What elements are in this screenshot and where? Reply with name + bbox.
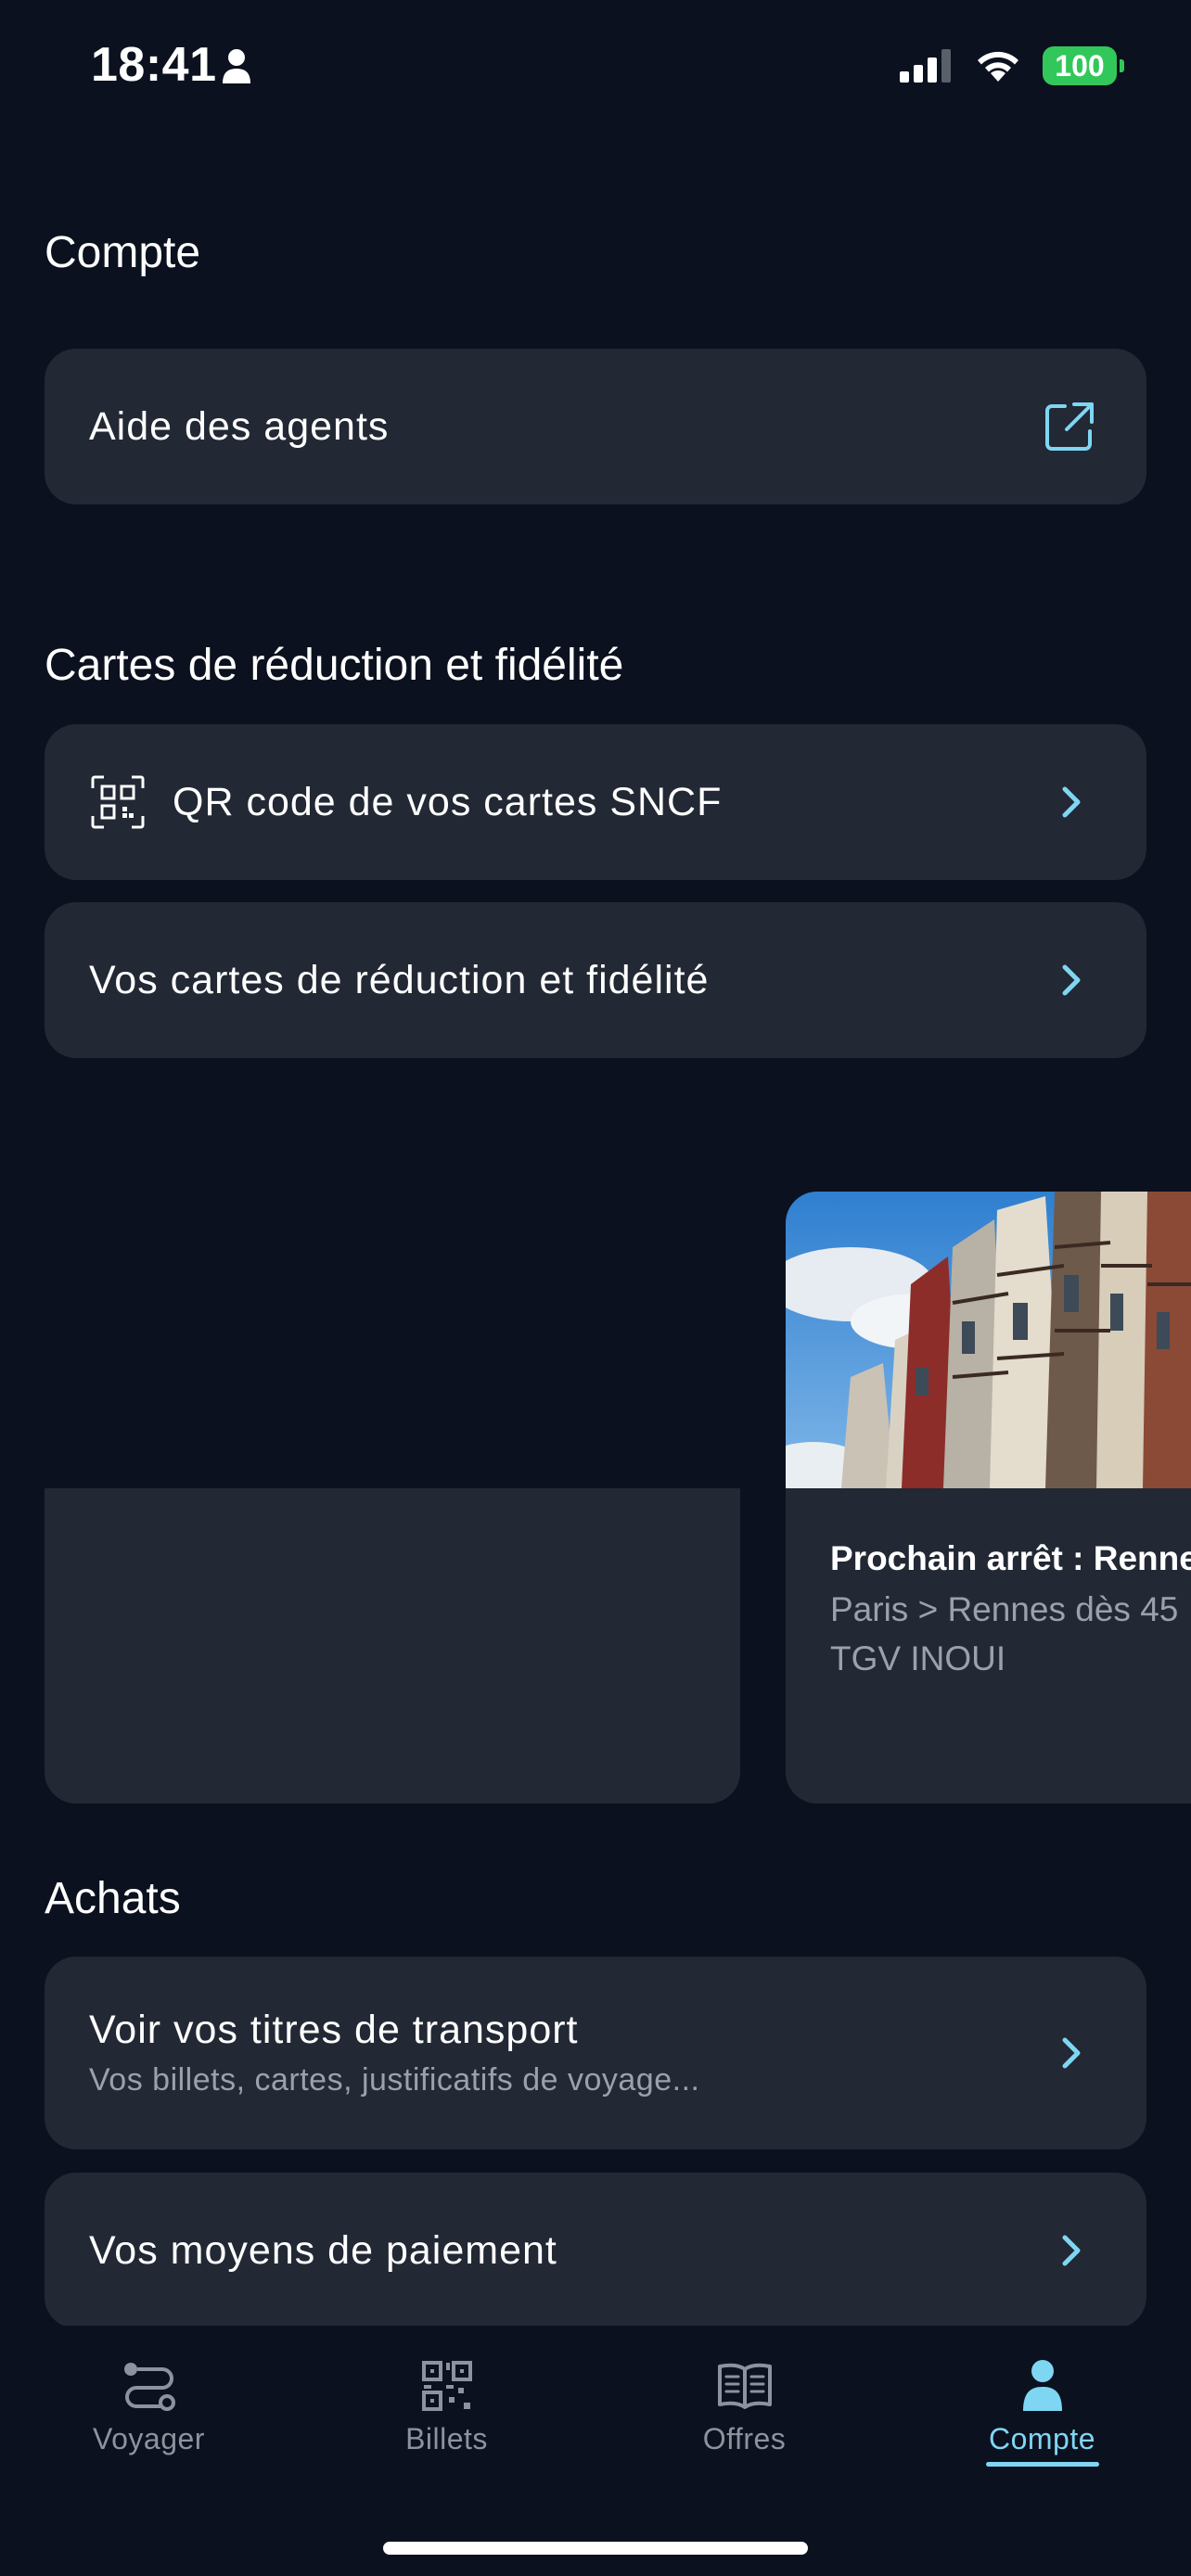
paiement-label: Vos moyens de paiement <box>89 2227 557 2273</box>
promo-card-previous[interactable] <box>45 1488 740 1804</box>
promo-train: TGV INOUI <box>830 1639 1006 1677</box>
aide-agents-button[interactable]: Aide des agents <box>45 349 1146 504</box>
promo-route: Paris > Rennes dès 45 <box>830 1590 1179 1628</box>
titres-text-group: Voir vos titres de transport Vos billets… <box>89 2008 699 2098</box>
qr-code-cartes-button[interactable]: QR code de vos cartes SNCF <box>45 724 1146 880</box>
vos-cartes-label: Vos cartes de réduction et fidélité <box>89 957 710 1002</box>
titres-transport-button[interactable]: Voir vos titres de transport Vos billets… <box>45 1957 1146 2149</box>
chevron-right-icon <box>1062 964 1081 996</box>
moyens-paiement-button[interactable]: Vos moyens de paiement <box>45 2173 1146 2328</box>
tab-compte-label: Compte <box>988 2422 1096 2455</box>
tab-billets-label: Billets <box>405 2422 488 2455</box>
battery-indicator: 100 <box>1043 46 1124 85</box>
chevron-right-icon <box>1062 2037 1081 2069</box>
section-title-cartes: Cartes de réduction et fidélité <box>45 641 624 690</box>
signal-icon <box>900 49 951 83</box>
qr-code-icon <box>421 2361 472 2411</box>
home-indicator[interactable] <box>383 2542 808 2555</box>
section-title-achats: Achats <box>45 1874 181 1923</box>
aide-agents-label: Aide des agents <box>89 403 390 449</box>
status-bar: 18:41 100 <box>0 0 1191 139</box>
open-book-icon <box>717 2363 772 2409</box>
titres-label: Voir vos titres de transport <box>89 2008 579 2052</box>
bottom-tab-bar: Voyager Billets Offres Compte <box>0 2326 1191 2576</box>
promo-title: Prochain arrêt : Renne <box>830 1539 1191 1577</box>
wifi-icon <box>978 51 1018 82</box>
tab-offres[interactable]: Offres <box>596 2326 893 2483</box>
qr-scan-icon <box>91 775 145 829</box>
status-indicators: 100 <box>900 46 1124 85</box>
status-time: 18:41 <box>91 38 217 92</box>
qr-code-label: QR code de vos cartes SNCF <box>173 779 723 824</box>
tab-voyager[interactable]: Voyager <box>0 2326 298 2483</box>
chevron-right-icon <box>1062 2235 1081 2266</box>
section-title-compte: Compte <box>45 228 201 277</box>
rennes-street-image <box>786 1192 1191 1488</box>
tab-billets[interactable]: Billets <box>298 2326 596 2483</box>
tab-compte[interactable]: Compte <box>893 2326 1191 2483</box>
tab-offres-label: Offres <box>702 2422 787 2455</box>
person-icon <box>1022 2360 1062 2411</box>
active-tab-indicator <box>985 2462 1099 2467</box>
person-status-icon <box>223 49 250 83</box>
tab-voyager-label: Voyager <box>93 2422 205 2455</box>
vos-cartes-button[interactable]: Vos cartes de réduction et fidélité <box>45 902 1146 1058</box>
titres-sublabel: Vos billets, cartes, justificatifs de vo… <box>89 2062 700 2098</box>
chevron-right-icon <box>1062 786 1081 818</box>
external-link-icon <box>1045 402 1094 451</box>
route-icon <box>123 2363 175 2411</box>
promo-card-rennes[interactable]: Prochain arrêt : Renne Paris > Rennes dè… <box>786 1192 1191 1804</box>
